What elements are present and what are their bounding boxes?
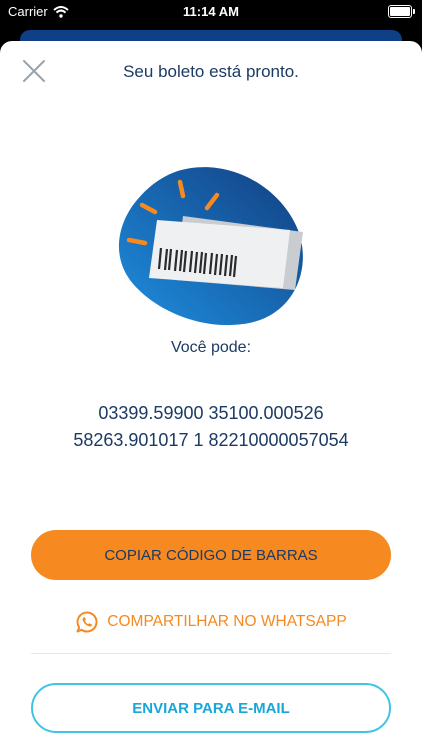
battery-icon — [388, 5, 415, 18]
whatsapp-icon — [76, 611, 98, 633]
divider — [31, 653, 391, 654]
send-email-button[interactable]: ENVIAR PARA E-MAIL — [31, 683, 391, 733]
barcode-line-1: 03399.59900 35100.000526 — [98, 403, 324, 423]
share-whatsapp-label: COMPARTILHAR NO WHATSAPP — [107, 613, 347, 630]
share-whatsapp-button[interactable]: COMPARTILHAR NO WHATSAPP — [0, 607, 422, 637]
options-subtitle: Você pode: — [170, 339, 252, 356]
modal-sheet — [0, 41, 422, 750]
status-time: 11:14 AM — [183, 4, 239, 19]
barcode-ticket-illustration — [118, 167, 303, 326]
status-bar: Carrier 11:14 AM — [0, 0, 422, 24]
page-title: Seu boleto está pronto. — [123, 62, 299, 81]
barcode-number: 03399.59900 35100.000526 58263.901017 1 … — [0, 400, 422, 454]
barcode-line-2: 58263.901017 1 82210000057054 — [73, 430, 349, 450]
copy-barcode-button[interactable]: COPIAR CÓDIGO DE BARRAS — [31, 530, 391, 580]
